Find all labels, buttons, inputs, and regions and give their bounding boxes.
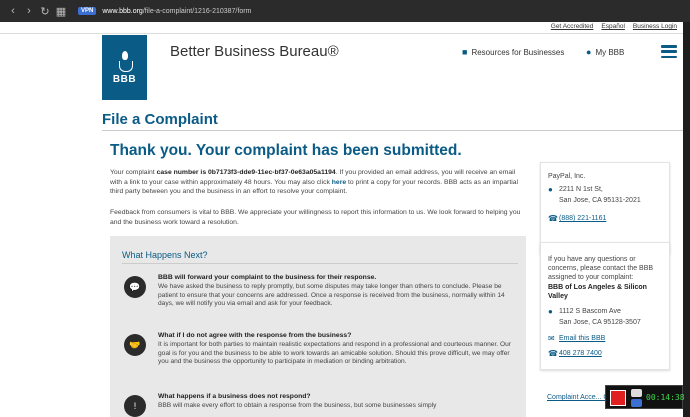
location-pin-icon: ● — [548, 185, 553, 194]
resources-label: Resources for Businesses — [471, 47, 565, 57]
camera-icon[interactable] — [631, 389, 642, 397]
phone-icon: ☎ — [548, 214, 558, 223]
case-number: case number is 0b7173f3-dde9-11ec-bf37-0… — [156, 169, 336, 176]
phone-icon: ☎ — [548, 349, 558, 358]
what-happens-next-panel: What Happens Next? 💬 BBB will forward yo… — [110, 236, 526, 417]
torch-icon — [117, 50, 133, 72]
business-city: San Jose, CA 95131-2021 — [559, 197, 641, 204]
divider — [102, 130, 683, 131]
top-links: Get Accredited Español Business Login — [551, 23, 677, 30]
bbb-city: San Jose, CA 95128-3507 — [559, 319, 641, 326]
reload-icon[interactable]: ↻ — [38, 5, 52, 18]
my-bbb-link[interactable]: ● My BBB — [586, 47, 624, 57]
address-bar[interactable]: www.bbb.org/file-a-complaint/1216-210387… — [102, 8, 251, 15]
brand-name: Better Business Bureau® — [170, 43, 339, 60]
hamburger-menu-icon[interactable] — [661, 45, 677, 58]
recording-timer: 00:14:38 — [646, 393, 685, 402]
browser-toolbar: ‹ › ↻ ▦ VPN www.bbb.org/file-a-complaint… — [0, 0, 690, 22]
step-heading: What happens if a business does not resp… — [158, 393, 311, 400]
url-path: /file-a-complaint/1216-210387/form — [142, 7, 252, 15]
step-text: We have asked the business to reply prom… — [158, 283, 505, 308]
bbb-logo[interactable]: BBB — [102, 35, 147, 100]
forward-icon[interactable]: › — [22, 5, 36, 17]
contact-intro: If you have any questions or concerns, p… — [548, 256, 654, 281]
what-happens-title: What Happens Next? — [122, 250, 208, 260]
bbb-contact-card: If you have any questions or concerns, p… — [540, 242, 670, 370]
stop-record-button[interactable] — [610, 390, 626, 406]
back-icon[interactable]: ‹ — [6, 5, 20, 17]
microphone-icon[interactable] — [631, 399, 642, 407]
email-bbb-link[interactable]: Email this BBB — [559, 335, 605, 342]
resources-link[interactable]: ■ Resources for Businesses — [462, 47, 564, 57]
chat-bubbles-icon: 💬 — [124, 276, 146, 298]
business-street: 2211 N 1st St, — [559, 186, 603, 193]
vpn-badge[interactable]: VPN — [78, 7, 97, 15]
confirmation-heading: Thank you. Your complaint has been submi… — [110, 142, 462, 159]
business-card: PayPal, Inc. ● 2211 N 1st St, San Jose, … — [540, 162, 670, 254]
business-name: PayPal, Inc. — [548, 173, 586, 180]
step-text: It is important for both parties to main… — [158, 341, 511, 366]
page-title: File a Complaint — [102, 111, 218, 128]
my-bbb-label: My BBB — [595, 47, 625, 57]
divider — [0, 33, 683, 34]
location-pin-icon: ● — [586, 47, 592, 57]
espanol-link[interactable]: Español — [601, 23, 625, 30]
location-pin-icon: ● — [548, 307, 553, 316]
bbb-office-name: BBB of Los Angeles & Silicon Valley — [548, 284, 647, 300]
step-heading: What if I do not agree with the response… — [158, 332, 352, 339]
scrollbar[interactable] — [683, 22, 690, 417]
url-domain: www.bbb.org — [102, 7, 143, 15]
print-here-link[interactable]: here — [332, 179, 346, 186]
exclamation-icon: ! — [124, 395, 146, 417]
handshake-icon: 🤝 — [124, 334, 146, 356]
logo-text: BBB — [112, 73, 137, 85]
grid-icon[interactable]: ▦ — [54, 5, 68, 18]
bbb-phone[interactable]: 408 278 7400 — [559, 350, 602, 357]
get-accredited-link[interactable]: Get Accredited — [551, 23, 594, 30]
business-phone[interactable]: (888) 221-1161 — [559, 215, 606, 222]
step-heading: BBB will forward your complaint to the b… — [158, 274, 377, 281]
confirmation-text: Your complaint case number is 0b7173f3-d… — [110, 169, 519, 195]
feedback-text: Feedback from consumers is vital to BBB.… — [110, 209, 521, 226]
briefcase-icon: ■ — [462, 47, 468, 57]
email-icon: ✉ — [548, 334, 555, 343]
step-text: BBB will make every effort to obtain a r… — [158, 402, 437, 409]
divider — [122, 263, 518, 264]
business-login-link[interactable]: Business Login — [633, 23, 677, 30]
web-page: Get Accredited Español Business Login BB… — [0, 22, 683, 417]
bbb-street: 1112 S Bascom Ave — [559, 308, 621, 315]
screen-recorder-widget: 00:14:38 — [605, 385, 685, 409]
